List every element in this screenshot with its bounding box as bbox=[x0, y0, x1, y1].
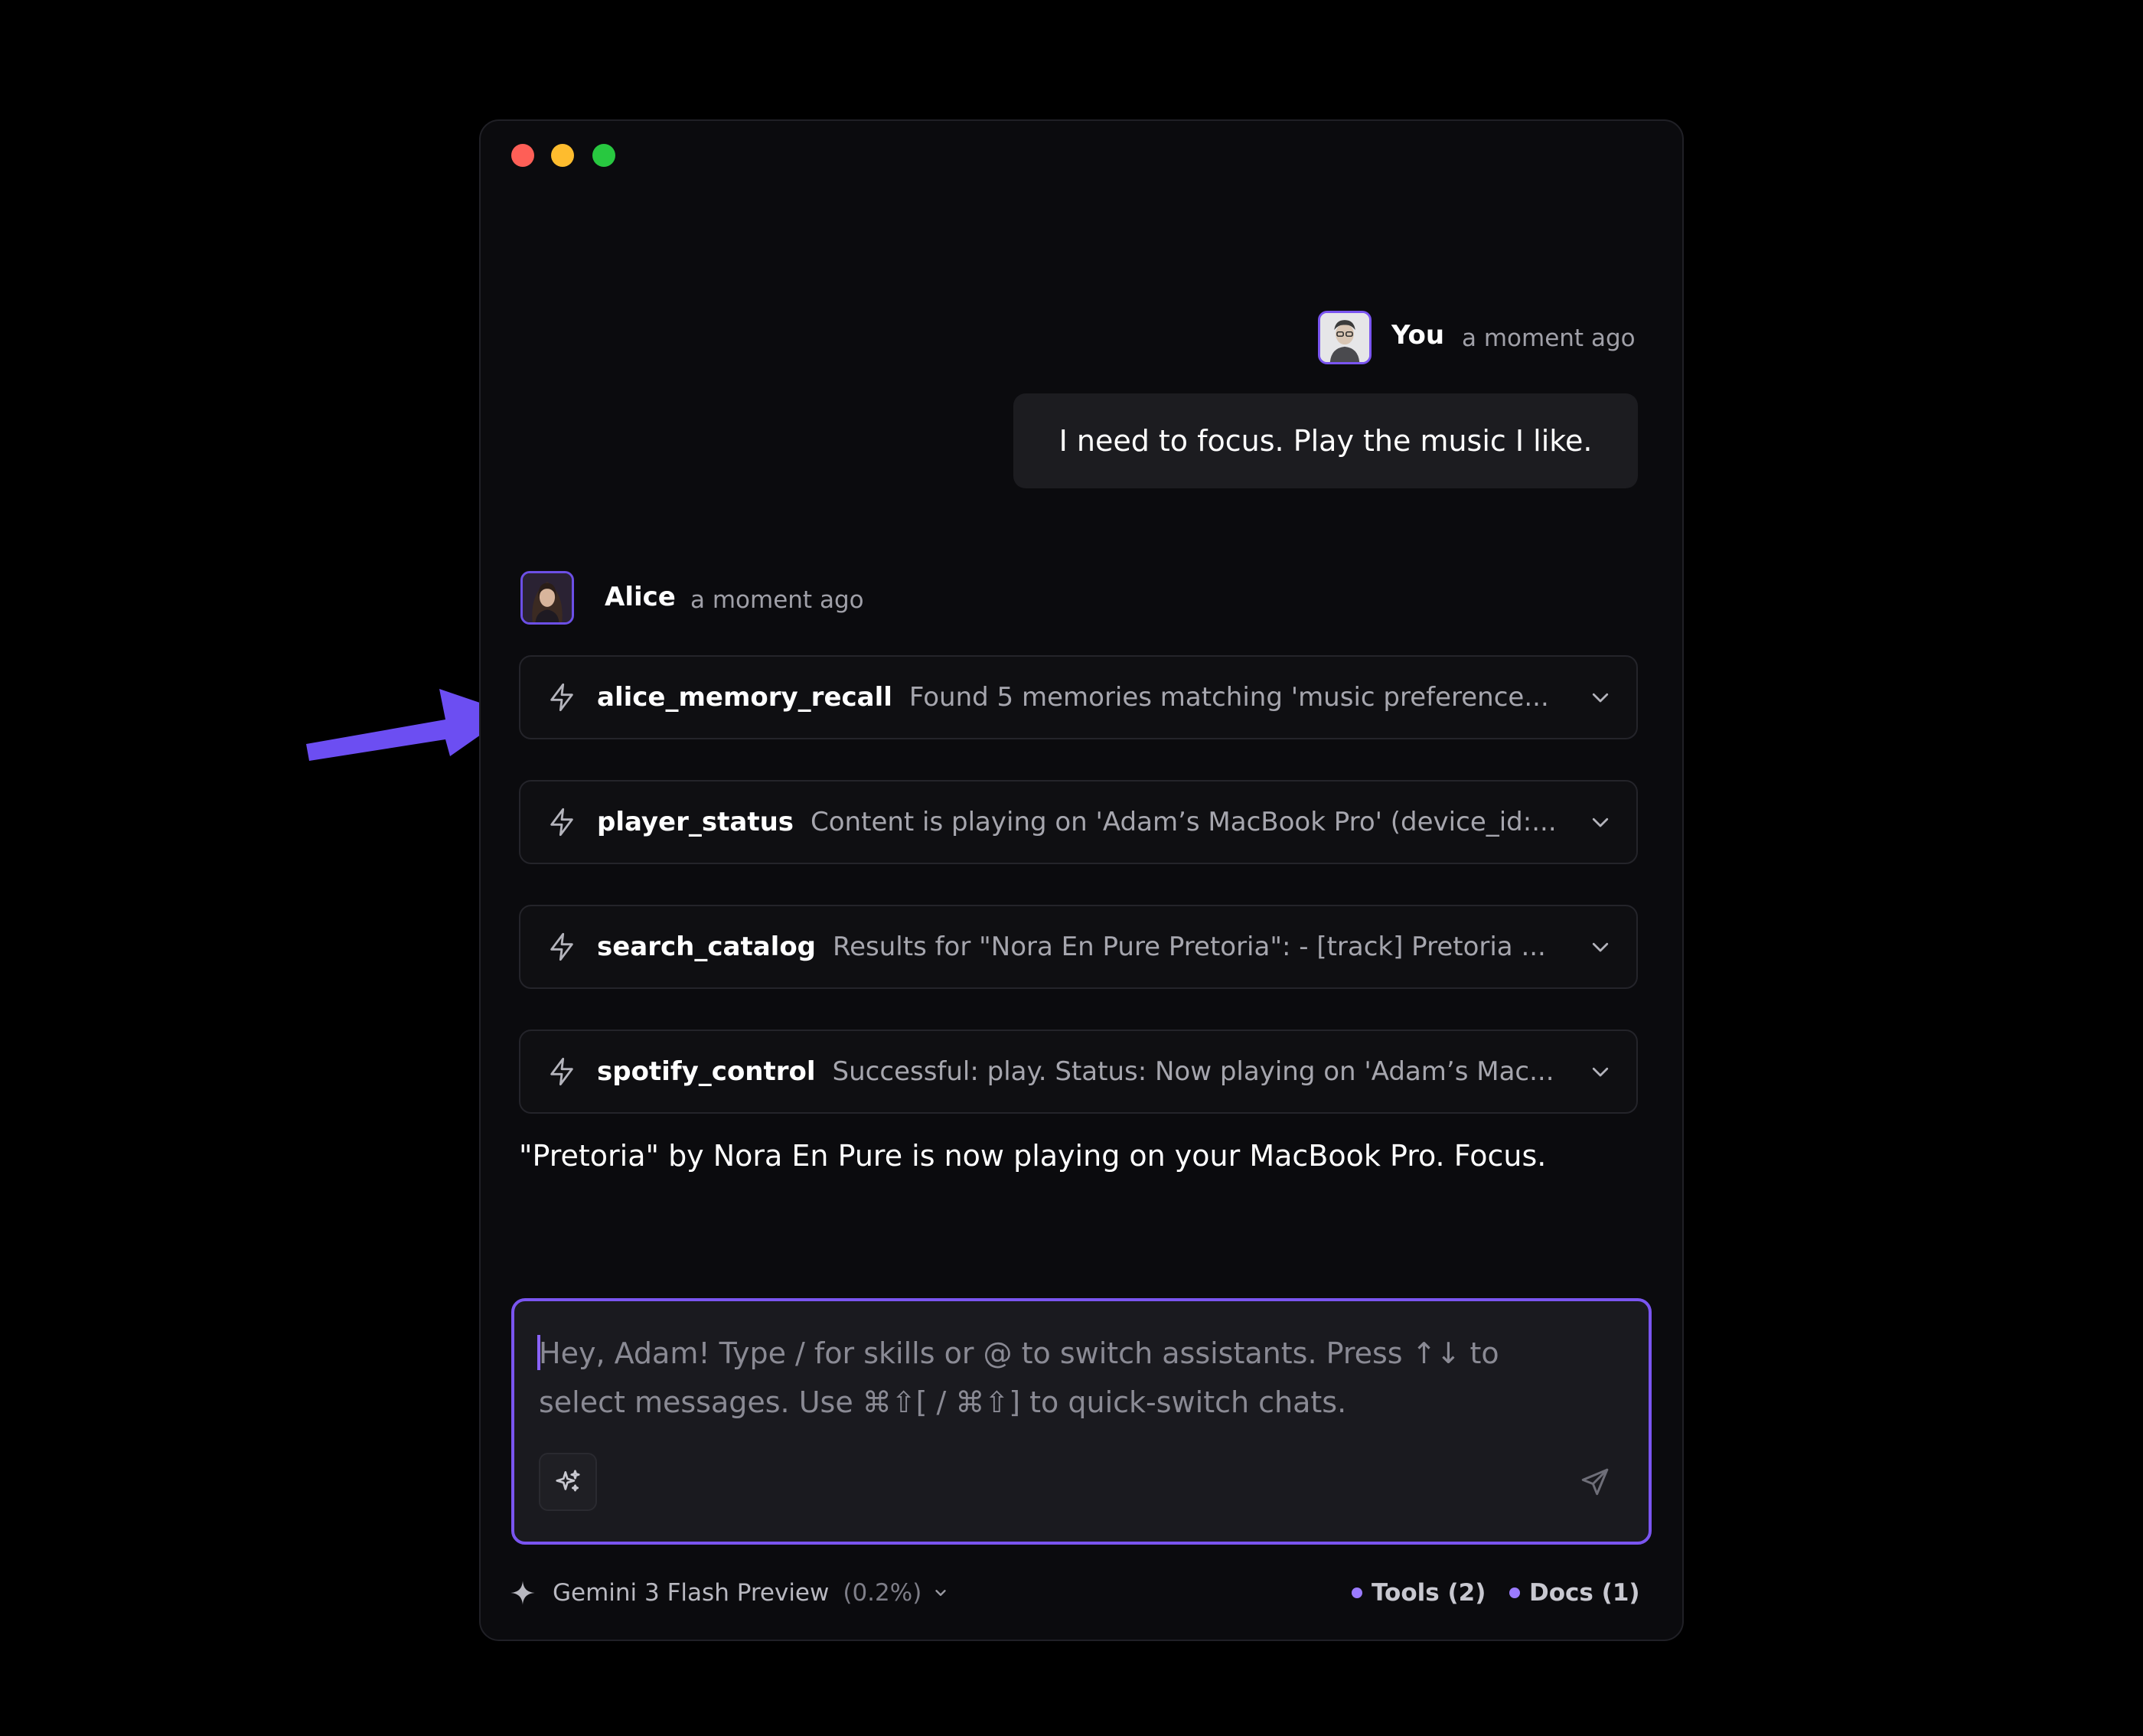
sparkle-icon bbox=[510, 1581, 535, 1605]
user-author: You bbox=[1391, 320, 1445, 351]
input-placeholder: Hey, Adam! Type / for skills or @ to swi… bbox=[539, 1336, 1499, 1419]
tool-call-card[interactable]: search_catalog Results for "Nora En Pure… bbox=[519, 905, 1638, 989]
message-input[interactable]: Hey, Adam! Type / for skills or @ to swi… bbox=[511, 1298, 1652, 1545]
model-name: Gemini 3 Flash Preview bbox=[553, 1579, 830, 1607]
tool-call-name: player_status bbox=[597, 807, 794, 837]
tool-call-result: Content is playing on 'Adam’s MacBook Pr… bbox=[811, 807, 1557, 837]
bolt-icon bbox=[550, 1057, 573, 1086]
chevron-down-icon bbox=[935, 1590, 947, 1596]
tool-call-card[interactable]: player_status Content is playing on 'Ada… bbox=[519, 780, 1638, 864]
tool-call-card[interactable]: spotify_control Successful: play. Status… bbox=[519, 1030, 1638, 1114]
maximize-window-button[interactable] bbox=[592, 144, 615, 167]
assistant-reply-text: "Pretoria" by Nora En Pure is now playin… bbox=[519, 1139, 1547, 1173]
chevron-down-icon[interactable] bbox=[1589, 811, 1612, 834]
tools-toggle[interactable]: Tools (2) bbox=[1352, 1574, 1486, 1612]
tools-status-dot bbox=[1352, 1588, 1362, 1598]
minimize-window-button[interactable] bbox=[551, 144, 574, 167]
tool-call-name: alice_memory_recall bbox=[597, 682, 892, 713]
model-usage: (0.2%) bbox=[843, 1579, 922, 1607]
tool-call-name: search_catalog bbox=[597, 932, 817, 962]
tool-call-result: Successful: play. Status: Now playing on… bbox=[832, 1056, 1554, 1087]
send-button[interactable] bbox=[1566, 1453, 1624, 1511]
close-window-button[interactable] bbox=[511, 144, 534, 167]
tool-call-result: Results for "Nora En Pure Pretoria": - [… bbox=[833, 932, 1546, 962]
bolt-icon bbox=[550, 683, 573, 712]
user-timestamp: a moment ago bbox=[1462, 325, 1636, 352]
tools-label: Tools (2) bbox=[1372, 1579, 1486, 1607]
chevron-down-icon[interactable] bbox=[1589, 1060, 1612, 1083]
model-selector[interactable]: Gemini 3 Flash Preview (0.2%) bbox=[510, 1574, 949, 1612]
bolt-icon bbox=[550, 808, 573, 837]
send-icon bbox=[1581, 1468, 1609, 1496]
tool-call-name: spotify_control bbox=[597, 1056, 816, 1087]
docs-toggle[interactable]: Docs (1) bbox=[1509, 1574, 1640, 1612]
chevron-down-icon[interactable] bbox=[1589, 935, 1612, 958]
user-message-bubble: I need to focus. Play the music I like. bbox=[1013, 393, 1638, 488]
sparkles-icon bbox=[556, 1470, 580, 1492]
docs-label: Docs (1) bbox=[1529, 1579, 1640, 1607]
assistant-author: Alice bbox=[605, 582, 676, 612]
bolt-icon bbox=[550, 932, 573, 961]
tool-call-card[interactable]: alice_memory_recall Found 5 memories mat… bbox=[519, 655, 1638, 739]
assistant-avatar bbox=[520, 571, 574, 625]
tool-call-result: Found 5 memories matching 'music prefere… bbox=[908, 682, 1549, 713]
docs-status-dot bbox=[1509, 1588, 1520, 1598]
chevron-down-icon[interactable] bbox=[1589, 686, 1612, 709]
enhance-prompt-button[interactable] bbox=[539, 1453, 597, 1511]
user-avatar bbox=[1318, 311, 1372, 364]
assistant-timestamp: a moment ago bbox=[690, 586, 864, 614]
